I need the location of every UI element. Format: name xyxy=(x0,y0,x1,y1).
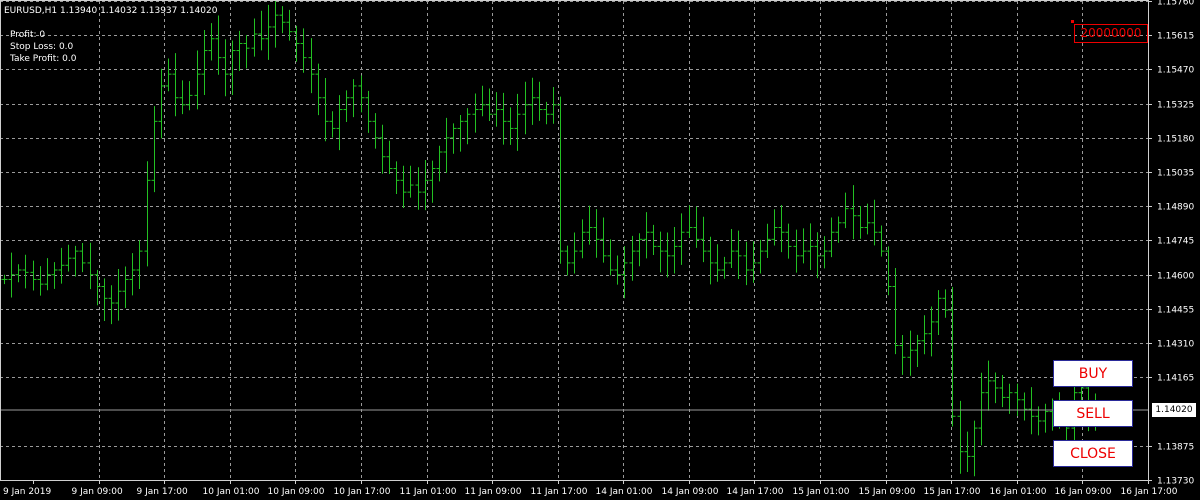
y-tick-label: 1.14310 xyxy=(1157,340,1194,350)
close-button[interactable]: CLOSE xyxy=(1053,440,1133,467)
x-tick-label: 10 Jan 17:00 xyxy=(334,487,391,497)
stop-loss-label: Stop Loss: 0.0 xyxy=(10,42,74,52)
lot-size-field[interactable]: 20000000 xyxy=(1074,24,1148,43)
buy-button[interactable]: BUY xyxy=(1053,360,1133,387)
x-tick-label: 16 Jan 17:00 xyxy=(1121,487,1178,497)
y-tick-label: 1.14890 xyxy=(1157,203,1194,213)
x-tick-label: 16 Jan 01:00 xyxy=(990,487,1047,497)
y-tick-label: 1.15180 xyxy=(1157,135,1194,145)
y-tick-label: 1.15325 xyxy=(1157,101,1194,111)
x-tick-label: 16 Jan 09:00 xyxy=(1055,487,1112,497)
x-tick-label: 15 Jan 01:00 xyxy=(793,487,850,497)
x-tick-label: 14 Jan 09:00 xyxy=(662,487,719,497)
y-tick-label: 1.15615 xyxy=(1157,32,1194,42)
y-tick-label: 1.14600 xyxy=(1157,272,1194,282)
y-tick-label: 1.14455 xyxy=(1157,306,1194,316)
lot-field-anchor xyxy=(1071,20,1074,23)
y-tick-label: 1.13730 xyxy=(1157,477,1194,487)
profit-label: Profit: 0 xyxy=(10,30,46,40)
x-tick-label: 14 Jan 17:00 xyxy=(727,487,784,497)
x-tick-label: 15 Jan 09:00 xyxy=(859,487,916,497)
x-tick-label: 11 Jan 17:00 xyxy=(531,487,588,497)
x-tick-label: 14 Jan 01:00 xyxy=(596,487,653,497)
price-chart[interactable]: 1.15760 1.15615 1.15470 1.15325 1.15180 1.150… xyxy=(0,0,1200,500)
x-tick-label: 10 Jan 09:00 xyxy=(268,487,325,497)
x-tick-label: 10 Jan 01:00 xyxy=(203,487,260,497)
x-tick-label: 11 Jan 09:00 xyxy=(465,487,522,497)
take-profit-label: Take Profit: 0.0 xyxy=(10,54,77,64)
y-tick-label: 1.14745 xyxy=(1157,237,1194,247)
y-tick-label: 1.15470 xyxy=(1157,66,1194,76)
sell-button[interactable]: SELL xyxy=(1053,400,1133,427)
y-tick-label: 1.15035 xyxy=(1157,169,1194,179)
x-tick-label: 9 Jan 2019 xyxy=(3,487,51,497)
y-tick-label: 1.13875 xyxy=(1157,443,1194,453)
chart-header: EURUSD,H1 1.13940 1.14032 1.13937 1.1402… xyxy=(4,6,217,16)
x-tick-label: 9 Jan 17:00 xyxy=(137,487,189,497)
x-tick-label: 11 Jan 01:00 xyxy=(400,487,457,497)
ohlc-values: 1.13940 1.14032 1.13937 1.14020 xyxy=(60,6,218,16)
current-price-label: 1.14020 xyxy=(1152,403,1196,417)
x-tick-label: 15 Jan 17:00 xyxy=(924,487,981,497)
y-tick-label: 1.14165 xyxy=(1157,374,1194,384)
y-tick-label: 1.15760 xyxy=(1157,0,1194,8)
x-tick-label: 9 Jan 09:00 xyxy=(72,487,124,497)
symbol-label: EURUSD,H1 xyxy=(4,6,58,16)
